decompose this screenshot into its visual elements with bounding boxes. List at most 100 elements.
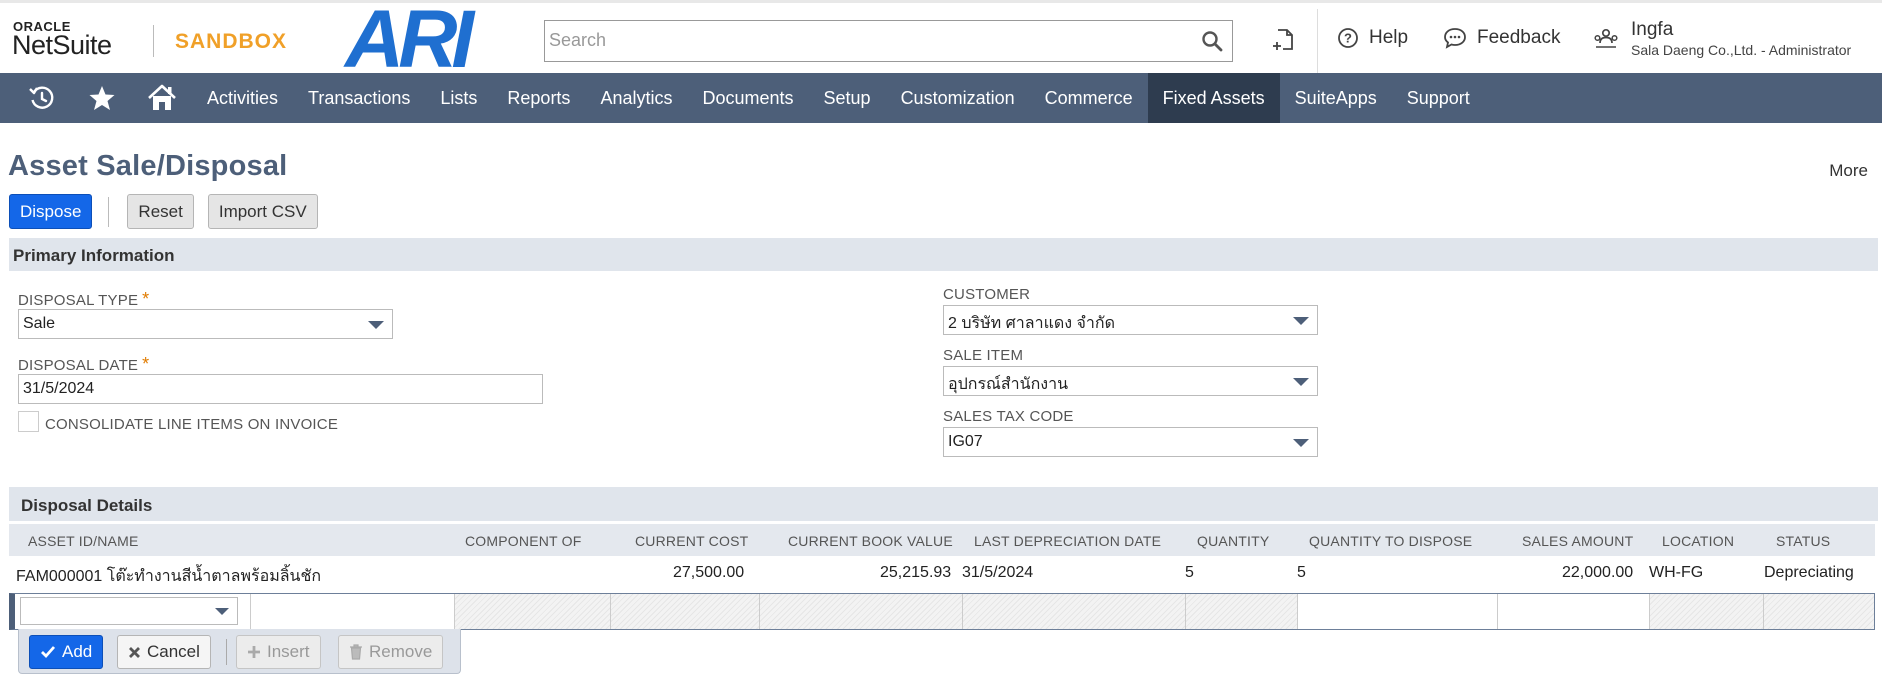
global-search[interactable]	[544, 20, 1233, 62]
cell-sales-amount: 22,000.00	[1562, 564, 1634, 581]
disposal-date-field[interactable]: 31/5/2024	[18, 374, 543, 404]
disposal-date-label-text: DISPOSAL DATE	[18, 357, 139, 374]
nav-transactions[interactable]: Transactions	[293, 73, 425, 123]
disposal-date-value: 31/5/2024	[23, 380, 95, 397]
col-status[interactable]: STATUS	[1776, 533, 1830, 549]
col-quantity-to-dispose[interactable]: QUANTITY TO DISPOSE	[1309, 533, 1472, 549]
sales-tax-code-value: IG07	[948, 433, 983, 450]
cancel-line-label: Cancel	[147, 642, 200, 661]
reset-button[interactable]: Reset	[127, 194, 194, 229]
action-separator	[226, 639, 227, 665]
disposal-details-tab[interactable]: Disposal Details	[9, 487, 172, 521]
company-logo: ARI	[345, 0, 474, 85]
netsuite-logo-text[interactable]: NetSuite	[12, 30, 112, 61]
chevron-down-icon	[1293, 317, 1309, 325]
plus-icon	[248, 646, 260, 658]
customer-label: CUSTOMER	[943, 286, 1031, 303]
chevron-down-icon	[1293, 439, 1309, 447]
required-mark: *	[142, 289, 150, 309]
cell-current-book-value: 25,215.93	[880, 564, 952, 581]
star-icon	[89, 86, 115, 110]
disposal-type-select[interactable]: Sale	[18, 309, 393, 339]
nav-fixed-assets[interactable]: Fixed Assets	[1147, 73, 1280, 123]
disposal-type-label-text: DISPOSAL TYPE	[18, 292, 139, 309]
edit-cell-spacer	[250, 594, 260, 629]
nav-commerce[interactable]: Commerce	[1030, 73, 1148, 123]
remove-line-button[interactable]: Remove	[338, 635, 444, 669]
edit-cell-quantity-to-dispose[interactable]	[1297, 594, 1497, 629]
required-mark: *	[142, 354, 150, 374]
chevron-down-icon	[215, 608, 229, 615]
col-last-depreciation-date[interactable]: LAST DEPRECIATION DATE	[974, 533, 1161, 549]
col-sales-amount[interactable]: SALES AMOUNT	[1522, 533, 1633, 549]
nav-activities[interactable]: Activities	[192, 73, 293, 123]
line-action-bar: Add Cancel Insert Remove	[18, 629, 461, 674]
col-current-cost[interactable]: CURRENT COST	[635, 533, 748, 549]
user-menu[interactable]: Ingfa Sala Daeng Co.,Ltd. - Administrato…	[1593, 19, 1851, 59]
consolidate-line-items-checkbox[interactable]	[18, 411, 39, 432]
sandbox-label: SANDBOX	[175, 30, 288, 53]
nav-reports[interactable]: Reports	[492, 73, 585, 123]
col-component-of[interactable]: COMPONENT OF	[465, 533, 581, 549]
insert-line-button[interactable]: Insert	[236, 635, 321, 669]
disposal-date-label: DISPOSAL DATE *	[18, 354, 149, 375]
nav-customization[interactable]: Customization	[886, 73, 1030, 123]
help-label: Help	[1369, 27, 1409, 48]
chevron-down-icon	[1293, 378, 1309, 386]
table-row[interactable]: FAM000001 โต๊ะทำงานสีน้ำตาลพร้อมลิ้นชัก …	[9, 556, 1875, 589]
edit-cell-book-value	[759, 594, 962, 629]
help-button[interactable]: ? Help	[1337, 27, 1408, 49]
cancel-line-button[interactable]: Cancel	[117, 635, 211, 669]
shortcuts-button[interactable]	[72, 73, 132, 123]
sales-tax-code-select[interactable]: IG07	[943, 427, 1318, 457]
sales-tax-code-label: SALES TAX CODE	[943, 408, 1074, 425]
edit-cell-sales-amount[interactable]	[1497, 594, 1649, 629]
feedback-icon	[1444, 28, 1466, 49]
import-csv-button[interactable]: Import CSV	[207, 194, 318, 229]
search-input[interactable]	[545, 21, 1165, 59]
primary-information-header[interactable]: Primary Information	[9, 238, 1878, 271]
history-icon	[29, 86, 54, 109]
asset-select[interactable]	[20, 597, 238, 625]
nav-analytics[interactable]: Analytics	[585, 73, 687, 123]
insert-line-label: Insert	[267, 642, 310, 661]
page-title: Asset Sale/Disposal	[8, 150, 288, 182]
header-divider	[1317, 9, 1318, 73]
feedback-button[interactable]: Feedback	[1443, 27, 1560, 49]
user-role: Sala Daeng Co.,Ltd. - Administrator	[1631, 42, 1852, 58]
edit-cell-last-depreciation	[962, 594, 1185, 629]
home-button[interactable]	[132, 73, 192, 123]
cell-location: WH-FG	[1649, 564, 1704, 581]
col-quantity[interactable]: QUANTITY	[1197, 533, 1269, 549]
disposal-details-tab-label: Disposal Details	[21, 496, 153, 515]
home-icon	[148, 84, 176, 110]
create-new-button[interactable]	[1272, 27, 1296, 53]
remove-line-label: Remove	[369, 642, 433, 661]
sale-item-value: อุปกรณ์สำนักงาน	[948, 376, 1068, 393]
main-navigation: Activities Transactions Lists Reports An…	[0, 73, 1882, 123]
col-location[interactable]: LOCATION	[1662, 533, 1734, 549]
customer-select[interactable]: 2 บริษัท ศาลาแดง จำกัด	[943, 305, 1318, 335]
col-asset-id-name[interactable]: ASSET ID/NAME	[28, 533, 138, 549]
disposal-type-value: Sale	[23, 315, 56, 332]
new-line-edit-row[interactable]	[9, 593, 1875, 630]
search-icon[interactable]	[1200, 29, 1224, 53]
sale-item-select[interactable]: อุปกรณ์สำนักงาน	[943, 366, 1318, 396]
nav-lists[interactable]: Lists	[425, 73, 492, 123]
edit-cell-component-of	[454, 594, 610, 629]
nav-setup[interactable]: Setup	[809, 73, 886, 123]
dispose-button[interactable]: Dispose	[9, 194, 93, 229]
cell-current-cost: 27,500.00	[673, 564, 745, 581]
col-current-book-value[interactable]: CURRENT BOOK VALUE	[788, 533, 953, 549]
more-menu-link[interactable]: More	[1829, 161, 1868, 181]
header: ORACLE NetSuite SANDBOX ARI ? Help Feedb…	[0, 0, 1882, 81]
cell-quantity-to-dispose: 5	[1297, 564, 1306, 581]
nav-support[interactable]: Support	[1392, 73, 1485, 123]
nav-suiteapps[interactable]: SuiteApps	[1280, 73, 1392, 123]
nav-documents[interactable]: Documents	[687, 73, 808, 123]
new-record-icon	[1273, 29, 1293, 50]
add-line-button[interactable]: Add	[29, 635, 104, 669]
cell-asset-id-name: FAM000001 โต๊ะทำงานสีน้ำตาลพร้อมลิ้นชัก	[16, 568, 322, 585]
recent-records-button[interactable]	[12, 73, 72, 123]
edit-cell-status	[1763, 594, 1874, 629]
